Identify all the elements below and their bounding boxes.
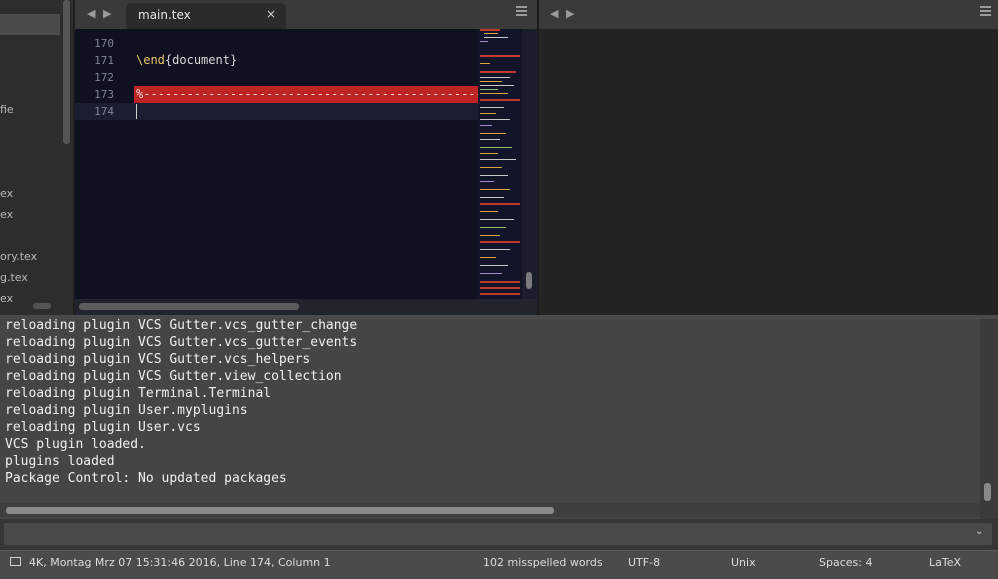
text-caret — [136, 104, 137, 119]
line-number: 174 — [94, 105, 114, 118]
status-encoding[interactable]: UTF-8 — [628, 556, 660, 569]
editor-horizontal-scrollbar[interactable] — [79, 303, 299, 310]
chevron-down-icon[interactable]: ⌄ — [975, 526, 983, 537]
console-line: reloading plugin User.vcs — [5, 420, 201, 435]
line-number: 171 — [94, 54, 114, 67]
sidebar-item-file[interactable]: ex — [0, 208, 13, 221]
close-icon[interactable]: × — [266, 7, 276, 21]
code-line-comment: %---------------------------------------… — [136, 87, 505, 101]
console-line: plugins loaded — [5, 454, 115, 469]
status-line-endings[interactable]: Unix — [731, 556, 756, 569]
panel-toggle-icon[interactable] — [10, 557, 21, 566]
minimap-preview — [480, 29, 520, 295]
latex-command: \end — [136, 53, 165, 67]
tab-back-arrow-icon[interactable]: ◀ — [87, 7, 95, 20]
console-line: reloading plugin Terminal.Terminal — [5, 386, 272, 401]
code-line: \end{document} — [136, 53, 237, 67]
editor-scrollbar[interactable] — [526, 272, 532, 289]
console-scrollbar[interactable] — [984, 483, 991, 501]
status-indentation[interactable]: Spaces: 4 — [819, 556, 872, 569]
line-number: 170 — [94, 37, 114, 50]
console-line: VCS plugin loaded. — [5, 437, 146, 452]
code-editor[interactable] — [75, 29, 537, 315]
tab-forward-arrow-icon[interactable]: ▶ — [566, 7, 574, 20]
tab-label: main.tex — [138, 8, 191, 22]
console-line: Package Control: No updated packages — [5, 471, 287, 486]
sidebar-scrollbar[interactable] — [63, 0, 70, 144]
editor-scrollbar-track — [522, 29, 537, 299]
sidebar-horizontal-scrollbar[interactable] — [33, 303, 51, 309]
console-line: reloading plugin VCS Gutter.vcs_gutter_c… — [5, 318, 358, 333]
tab-bar-right: ◀ ▶ — [539, 0, 998, 29]
tab-back-arrow-icon[interactable]: ◀ — [550, 7, 558, 20]
console-input[interactable] — [4, 523, 992, 545]
sidebar-item-file[interactable]: ory.tex — [0, 250, 37, 263]
line-number: 172 — [94, 71, 114, 84]
status-spelling[interactable]: 102 misspelled words — [483, 556, 603, 569]
console-line: reloading plugin User.myplugins — [5, 403, 248, 418]
minimap[interactable] — [478, 29, 521, 299]
tab-forward-arrow-icon[interactable]: ▶ — [103, 7, 111, 20]
line-number: 173 — [94, 88, 114, 101]
console-output: reloading plugin VCS Gutter.vcs_gutter_c… — [0, 318, 998, 519]
tab-main-tex[interactable]: main.tex × — [126, 3, 286, 29]
console-line: reloading plugin VCS Gutter.vcs_helpers — [5, 352, 311, 367]
empty-editor-pane[interactable] — [539, 29, 998, 315]
sidebar-item-file[interactable]: ex — [0, 292, 13, 305]
sidebar-item-file[interactable]: fie — [0, 103, 14, 116]
console-horizontal-scrollbar[interactable] — [6, 507, 554, 514]
console-line: reloading plugin VCS Gutter.vcs_gutter_e… — [5, 335, 358, 350]
sidebar-item-file[interactable]: g.tex — [0, 271, 28, 284]
sidebar-selected-row[interactable] — [0, 14, 60, 35]
status-info: 4K, Montag Mrz 07 15:31:46 2016, Line 17… — [29, 556, 331, 569]
tab-menu-icon[interactable] — [980, 6, 991, 16]
console-line: reloading plugin VCS Gutter.view_collect… — [5, 369, 342, 384]
status-syntax[interactable]: LaTeX — [929, 556, 961, 569]
brace: } — [229, 53, 238, 67]
latex-argument: document — [172, 53, 230, 67]
sidebar-item-file[interactable]: ex — [0, 187, 13, 200]
tab-menu-icon[interactable] — [516, 6, 527, 16]
